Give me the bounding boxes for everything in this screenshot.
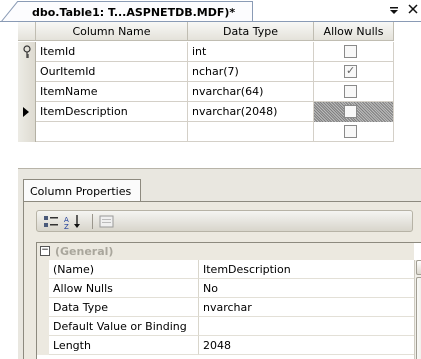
property-value[interactable]: nvarchar <box>199 298 414 317</box>
row-selector[interactable] <box>18 82 36 102</box>
property-name: Length <box>49 336 199 355</box>
column-name-cell[interactable] <box>36 122 188 142</box>
document-tab[interactable]: dbo.Table1: T...ASPNETDB.MDF)* <box>1 1 253 22</box>
data-type-cell[interactable] <box>188 122 314 142</box>
property-value[interactable]: ItemDescription <box>199 260 414 279</box>
property-name: (Name) <box>49 260 199 279</box>
properties-toolbar: A Z <box>36 210 413 232</box>
header-data-type[interactable]: Data Type <box>188 22 314 41</box>
table-row[interactable]: OurItemId nchar(7) <box>18 62 394 82</box>
row-selector[interactable] <box>18 62 36 82</box>
row-selector[interactable] <box>18 122 36 142</box>
column-properties-body: A Z − (General) (Name) ItemDescription A… <box>23 201 421 359</box>
tab-slant-edge <box>1 1 19 22</box>
property-name: Allow Nulls <box>49 279 199 298</box>
allow-nulls-checkbox[interactable] <box>344 45 357 58</box>
property-grid: − (General) (Name) ItemDescription Allow… <box>36 242 421 359</box>
tab-column-properties[interactable]: Column Properties <box>23 179 141 202</box>
property-value[interactable] <box>199 317 414 336</box>
allow-nulls-checkbox[interactable] <box>344 105 357 118</box>
table-row[interactable]: ItemDescription nvarchar(2048) <box>18 102 394 122</box>
toolbar-separator <box>92 214 93 229</box>
property-row[interactable]: Default Value or Binding <box>37 317 414 336</box>
column-name-cell[interactable]: ItemId <box>36 42 188 62</box>
scroll-up-icon[interactable]: ▲ <box>416 260 421 275</box>
scroll-thumb[interactable] <box>416 277 421 359</box>
property-row[interactable]: Length 2048 <box>37 336 414 355</box>
property-name: Data Type <box>49 298 199 317</box>
data-type-cell[interactable]: nvarchar(64) <box>188 82 314 102</box>
property-row-margin <box>37 317 49 336</box>
row-selector[interactable] <box>18 42 36 62</box>
table-row[interactable] <box>18 122 394 142</box>
allow-nulls-cell[interactable] <box>314 42 394 62</box>
table-row[interactable]: ItemId int <box>18 42 394 62</box>
property-row[interactable]: Allow Nulls No <box>37 279 414 298</box>
row-selector[interactable] <box>18 102 36 122</box>
categorized-icon[interactable] <box>43 214 59 229</box>
grid-header: Column Name Data Type Allow Nulls <box>18 22 394 41</box>
property-row-margin <box>37 260 49 279</box>
property-value[interactable]: No <box>199 279 414 298</box>
property-row-margin <box>37 336 49 355</box>
data-type-cell[interactable]: int <box>188 42 314 62</box>
column-properties-panel: Column Properties A Z − (General) (Name)… <box>18 168 421 359</box>
allow-nulls-checkbox[interactable] <box>344 64 357 78</box>
allow-nulls-cell[interactable] <box>314 62 394 82</box>
allow-nulls-checkbox[interactable] <box>344 85 357 98</box>
close-icon[interactable] <box>406 1 420 17</box>
header-allow-nulls[interactable]: Allow Nulls <box>314 22 394 41</box>
allow-nulls-cell[interactable] <box>314 122 394 142</box>
svg-text:Z: Z <box>64 223 69 229</box>
data-type-cell[interactable]: nvarchar(2048) <box>188 102 314 122</box>
key-icon <box>23 45 31 58</box>
table-designer-grid: Column Name Data Type Allow Nulls ItemId… <box>18 22 394 164</box>
property-row-margin <box>37 298 49 317</box>
property-value[interactable]: 2048 <box>199 336 414 355</box>
header-corner <box>18 22 36 41</box>
column-name-cell[interactable]: ItemName <box>36 82 188 102</box>
row-indicator-icon <box>23 107 29 117</box>
allow-nulls-cell[interactable] <box>314 102 394 122</box>
property-row[interactable]: (Name) ItemDescription <box>37 260 414 279</box>
column-name-cell[interactable]: ItemDescription <box>36 102 188 122</box>
document-tab-title: dbo.Table1: T...ASPNETDB.MDF)* <box>32 6 236 19</box>
property-category-general[interactable]: − (General) <box>37 243 414 260</box>
dropdown-menu-icon[interactable] <box>388 3 400 17</box>
property-name: Default Value or Binding <box>49 317 199 336</box>
allow-nulls-checkbox[interactable] <box>344 125 357 138</box>
allow-nulls-cell[interactable] <box>314 82 394 102</box>
data-type-cell[interactable]: nchar(7) <box>188 62 314 82</box>
property-row-margin <box>37 279 49 298</box>
property-pages-icon[interactable] <box>99 214 115 229</box>
column-name-cell[interactable]: OurItemId <box>36 62 188 82</box>
document-tabstrip: dbo.Table1: T...ASPNETDB.MDF)* <box>0 0 421 22</box>
property-row[interactable]: Data Type nvarchar <box>37 298 414 317</box>
alphabetical-sort-icon[interactable]: A Z <box>63 214 87 231</box>
table-row[interactable]: ItemName nvarchar(64) <box>18 82 394 102</box>
collapse-icon[interactable]: − <box>40 246 50 256</box>
header-column-name[interactable]: Column Name <box>36 22 188 41</box>
property-grid-scrollbar[interactable]: ▲ <box>414 260 421 359</box>
property-category-label: (General) <box>55 245 114 258</box>
